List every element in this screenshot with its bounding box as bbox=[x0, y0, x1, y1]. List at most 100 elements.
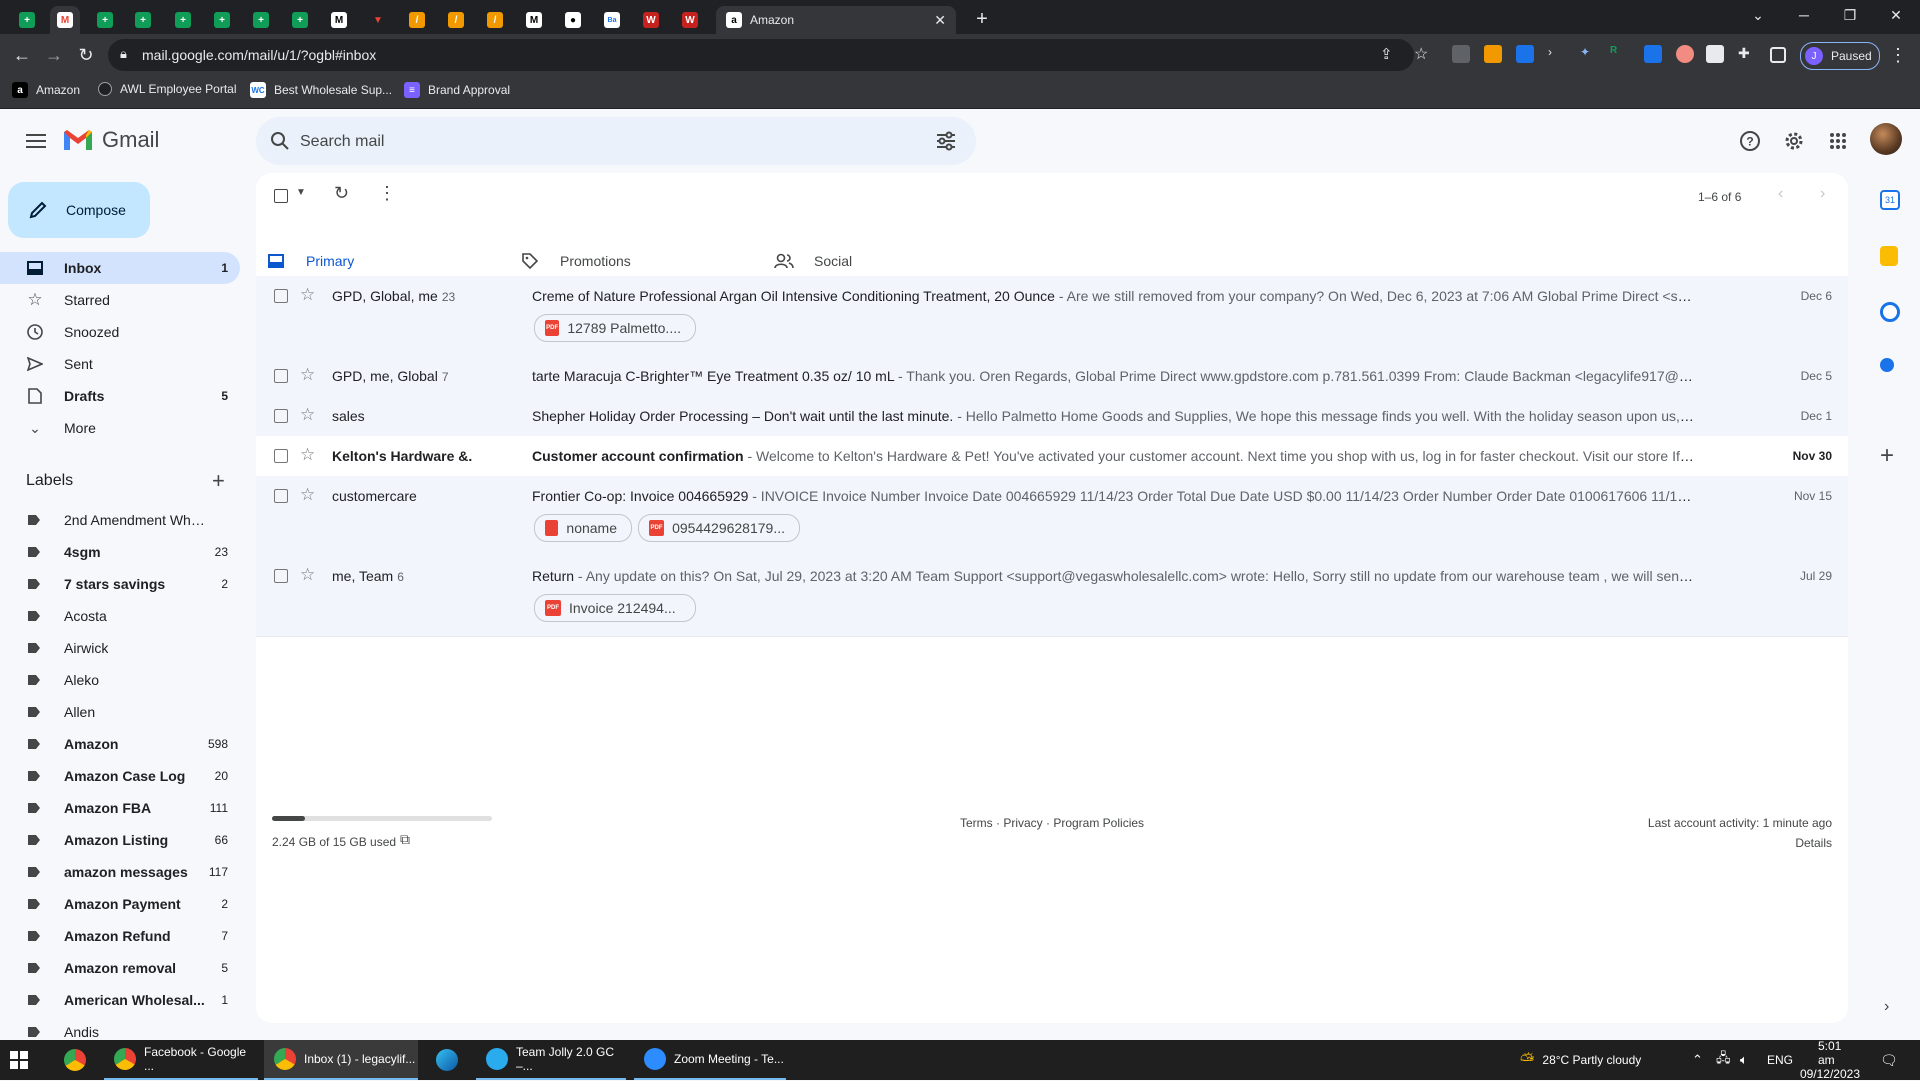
gmail-logo[interactable]: Gmail bbox=[62, 127, 159, 153]
email-row[interactable]: ☆ me, Team 6 Return - Any update on this? O… bbox=[256, 556, 1848, 637]
row-checkbox[interactable] bbox=[274, 409, 288, 423]
notifications-icon[interactable]: 🗨︎ bbox=[1880, 1040, 1898, 1080]
star-icon[interactable]: ☆ bbox=[300, 285, 315, 305]
tab-misc-1[interactable]: M bbox=[324, 6, 354, 34]
tab-sheets-2[interactable]: + bbox=[90, 6, 120, 34]
external-link-icon[interactable]: ⧉ bbox=[400, 831, 410, 848]
nav-more[interactable]: ⌄ More bbox=[0, 412, 240, 444]
tasks-icon[interactable] bbox=[1880, 302, 1900, 322]
email-row[interactable]: ☆ GPD, me, Global 7 tarte Maracuja C-Bright… bbox=[256, 356, 1848, 397]
apps-grid-icon[interactable] bbox=[1826, 129, 1850, 153]
email-row[interactable]: ☆ customercare Frontier Co-op: Invoice 004… bbox=[256, 476, 1848, 557]
restore-icon[interactable]: ❐ bbox=[1828, 0, 1872, 30]
add-addon-icon[interactable]: + bbox=[1880, 442, 1894, 470]
star-icon[interactable]: ☆ bbox=[300, 365, 315, 385]
taskbar-chrome-pinned[interactable] bbox=[56, 1040, 94, 1080]
nav-drafts[interactable]: Drafts 5 bbox=[0, 380, 240, 412]
email-row[interactable]: ☆ Kelton's Hardware &. Customer account co… bbox=[256, 436, 1848, 477]
address-bar[interactable]: 🔒︎ mail.google.com/mail/u/1/?ogbl#inbox … bbox=[108, 39, 1428, 71]
tab-sheets-4[interactable]: + bbox=[168, 6, 198, 34]
attachment-chip[interactable]: PDF Invoice 212494... bbox=[534, 594, 696, 622]
label-item[interactable]: Amazon FBA 111 bbox=[0, 792, 240, 824]
sidepanel-icon[interactable] bbox=[1770, 47, 1786, 63]
tab-sheets-1[interactable]: + bbox=[12, 6, 42, 34]
row-checkbox[interactable] bbox=[274, 449, 288, 463]
bookmark-awl-portal[interactable]: AWL Employee Portal bbox=[98, 82, 237, 96]
tab-misc-9[interactable]: W bbox=[636, 6, 666, 34]
taskbar-edge[interactable] bbox=[428, 1040, 466, 1080]
tab-amazon-active[interactable]: a Amazon ✕ bbox=[716, 6, 956, 34]
row-checkbox[interactable] bbox=[274, 369, 288, 383]
nav-snoozed[interactable]: Snoozed bbox=[0, 316, 240, 348]
bookmark-star-icon[interactable]: ☆ bbox=[1414, 44, 1428, 64]
weather-widget[interactable]: ⛅︎ 28°C Partly cloudy bbox=[1520, 1040, 1641, 1080]
extension-icon[interactable] bbox=[1676, 45, 1694, 63]
label-item[interactable]: Airwick bbox=[0, 632, 240, 664]
forward-icon[interactable]: → bbox=[42, 43, 66, 67]
share-icon[interactable]: ⇪ bbox=[1380, 45, 1393, 63]
bookmark-amazon[interactable]: a Amazon bbox=[12, 82, 80, 98]
extension-icon[interactable] bbox=[1452, 45, 1470, 63]
help-icon[interactable]: ? bbox=[1738, 129, 1762, 153]
close-tab-icon[interactable]: ✕ bbox=[934, 12, 946, 29]
show-hidden-icons[interactable]: ⌃ bbox=[1692, 1040, 1703, 1080]
new-tab-icon[interactable]: + bbox=[960, 4, 1004, 34]
keep-icon[interactable] bbox=[1880, 246, 1898, 266]
extension-icon[interactable] bbox=[1644, 45, 1662, 63]
language-indicator[interactable]: ENG bbox=[1767, 1040, 1793, 1080]
tab-misc-8[interactable]: Ba bbox=[597, 6, 627, 34]
label-item[interactable]: Amazon Payment 2 bbox=[0, 888, 240, 920]
nav-inbox[interactable]: Inbox 1 bbox=[0, 252, 240, 284]
prev-page-icon[interactable]: ‹ bbox=[1778, 185, 1783, 203]
email-row[interactable]: ☆ sales Shepher Holiday Order Processing –… bbox=[256, 396, 1848, 437]
search-icon[interactable] bbox=[270, 131, 290, 151]
label-item[interactable]: Allen bbox=[0, 696, 240, 728]
attachment-chip[interactable]: noname bbox=[534, 514, 632, 542]
footer-links[interactable]: Terms · Privacy · Program Policies bbox=[960, 816, 1144, 830]
taskbar-zoom-window[interactable]: Zoom Meeting - Te... bbox=[634, 1040, 786, 1080]
next-page-icon[interactable]: › bbox=[1820, 185, 1825, 203]
tab-misc-7[interactable]: ● bbox=[558, 6, 588, 34]
extension-icon[interactable] bbox=[1706, 45, 1724, 63]
tab-sheets-6[interactable]: + bbox=[246, 6, 276, 34]
search-bar[interactable] bbox=[256, 117, 976, 165]
row-checkbox[interactable] bbox=[274, 569, 288, 583]
tab-misc-4[interactable]: / bbox=[441, 6, 471, 34]
clock[interactable]: 5:01 am 09/12/2023 bbox=[1800, 1039, 1860, 1081]
label-item[interactable]: Amazon removal 5 bbox=[0, 952, 240, 984]
extension-icon[interactable]: R bbox=[1610, 45, 1628, 63]
label-item[interactable]: Amazon 598 bbox=[0, 728, 240, 760]
puzzle-icon[interactable]: ✚ bbox=[1738, 45, 1756, 63]
tab-sheets-3[interactable]: + bbox=[128, 6, 158, 34]
details-link[interactable]: Details bbox=[1795, 836, 1832, 850]
extension-icon[interactable] bbox=[1484, 45, 1502, 63]
tab-misc-5[interactable]: / bbox=[480, 6, 510, 34]
settings-gear-icon[interactable] bbox=[1782, 129, 1806, 153]
chrome-menu-icon[interactable]: ⋮ bbox=[1886, 43, 1910, 67]
close-window-icon[interactable]: ✕ bbox=[1874, 0, 1918, 30]
label-item[interactable]: 4sgm 23 bbox=[0, 536, 240, 568]
volume-icon[interactable]: 🔈︎ bbox=[1740, 1040, 1748, 1080]
star-icon[interactable]: ☆ bbox=[300, 565, 315, 585]
nav-sent[interactable]: Sent bbox=[0, 348, 240, 380]
tab-sheets-7[interactable]: + bbox=[285, 6, 315, 34]
bookmark-brand-approval[interactable]: ≡ Brand Approval bbox=[404, 82, 510, 98]
label-item[interactable]: Acosta bbox=[0, 600, 240, 632]
tab-misc-6[interactable]: M bbox=[519, 6, 549, 34]
tab-gmail[interactable]: M bbox=[50, 6, 80, 34]
select-dropdown-icon[interactable]: ▼ bbox=[296, 187, 306, 198]
nav-starred[interactable]: ☆ Starred bbox=[0, 284, 240, 316]
tab-search-icon[interactable]: ⌄ bbox=[1736, 0, 1780, 30]
select-all-checkbox[interactable] bbox=[274, 189, 288, 203]
profile-button[interactable]: J Paused bbox=[1800, 42, 1880, 70]
star-icon[interactable]: ☆ bbox=[300, 445, 315, 465]
star-icon[interactable]: ☆ bbox=[300, 405, 315, 425]
label-item[interactable]: 2nd Amendment Whole... bbox=[0, 504, 240, 536]
label-item[interactable]: Amazon Case Log 20 bbox=[0, 760, 240, 792]
network-icon[interactable]: 🖧︎ bbox=[1716, 1040, 1731, 1080]
reload-icon[interactable]: ↻ bbox=[74, 43, 98, 67]
refresh-icon[interactable]: ↻ bbox=[334, 183, 349, 204]
extension-icon[interactable]: ✦ bbox=[1580, 45, 1598, 63]
tab-misc-2[interactable]: ▼ bbox=[363, 6, 393, 34]
calendar-icon[interactable]: 31 bbox=[1880, 190, 1900, 210]
